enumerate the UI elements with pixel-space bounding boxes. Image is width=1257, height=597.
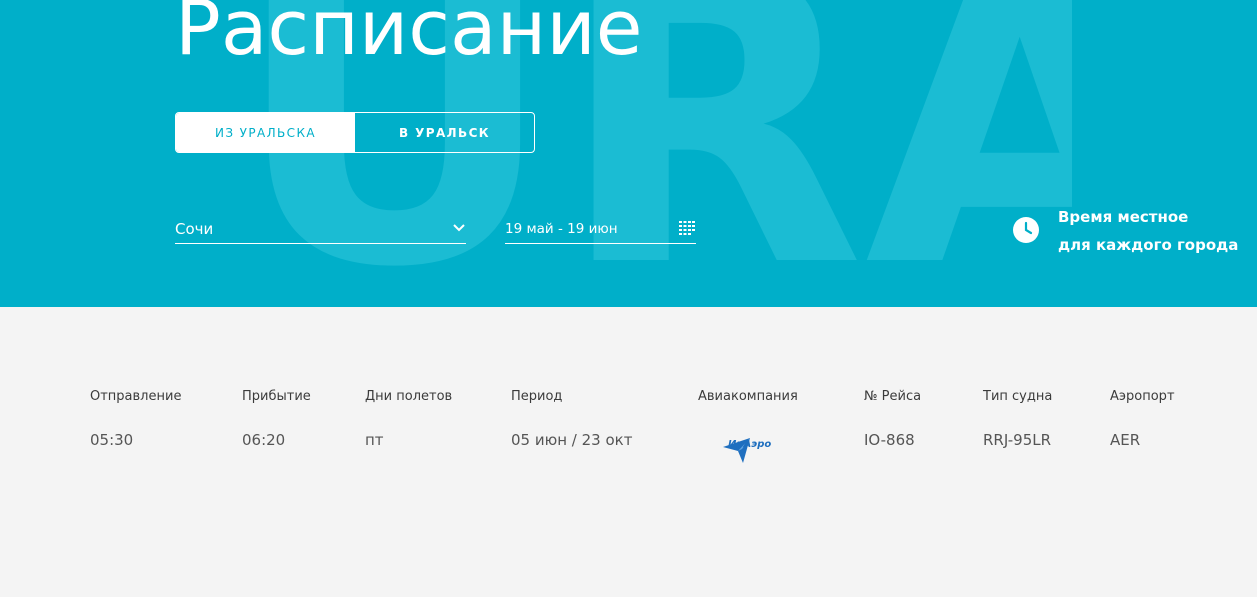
direction-toggle: ИЗ УРАЛЬСКА В УРАЛЬСК (175, 112, 535, 153)
cell-airport: AER (1110, 431, 1141, 449)
svg-text:ИрАэро: ИрАэро (728, 439, 771, 450)
calendar-icon (679, 221, 695, 235)
chevron-down-icon (453, 224, 465, 232)
city-select-value: Сочи (175, 220, 214, 238)
column-header-departure: Отправление (90, 389, 182, 404)
column-header-flight: № Рейса (864, 389, 922, 404)
cell-departure: 05:30 (90, 431, 134, 449)
iraero-logo: ИрАэро (723, 438, 771, 463)
column-header-period: Период (511, 389, 563, 404)
column-header-airport: Аэропорт (1110, 389, 1175, 404)
date-range-picker[interactable]: 19 май - 19 июн (505, 212, 696, 244)
schedule-table: Отправление Прибытие Дни полетов Период … (0, 307, 1257, 597)
cell-flight: IO-868 (864, 431, 915, 449)
local-time-line2: для каждого города (1058, 236, 1239, 254)
tab-to-uralsk[interactable]: В УРАЛЬСК (355, 113, 534, 152)
cell-aircraft: RRJ-95LR (983, 431, 1052, 449)
column-header-arrival: Прибытие (242, 389, 311, 404)
page-title: Расписание (175, 0, 643, 72)
column-header-aircraft: Тип судна (983, 389, 1053, 404)
tab-from-uralsk[interactable]: ИЗ УРАЛЬСКА (176, 113, 355, 152)
date-range-value: 19 май - 19 июн (505, 221, 618, 237)
local-time-line1: Время местное (1058, 208, 1189, 226)
cell-days: пт (365, 431, 384, 449)
city-select[interactable]: Сочи (175, 212, 466, 244)
hero-banner: URA Расписание ИЗ УРАЛЬСКА В УРАЛЬСК Соч… (0, 0, 1257, 307)
column-header-airline: Авиакомпания (698, 389, 798, 404)
column-header-days: Дни полетов (365, 389, 453, 404)
clock-icon (1013, 217, 1039, 243)
cell-arrival: 06:20 (242, 431, 286, 449)
cell-period: 05 июн / 23 окт (511, 431, 633, 449)
local-time-note: Время местное для каждого города (1058, 203, 1238, 259)
